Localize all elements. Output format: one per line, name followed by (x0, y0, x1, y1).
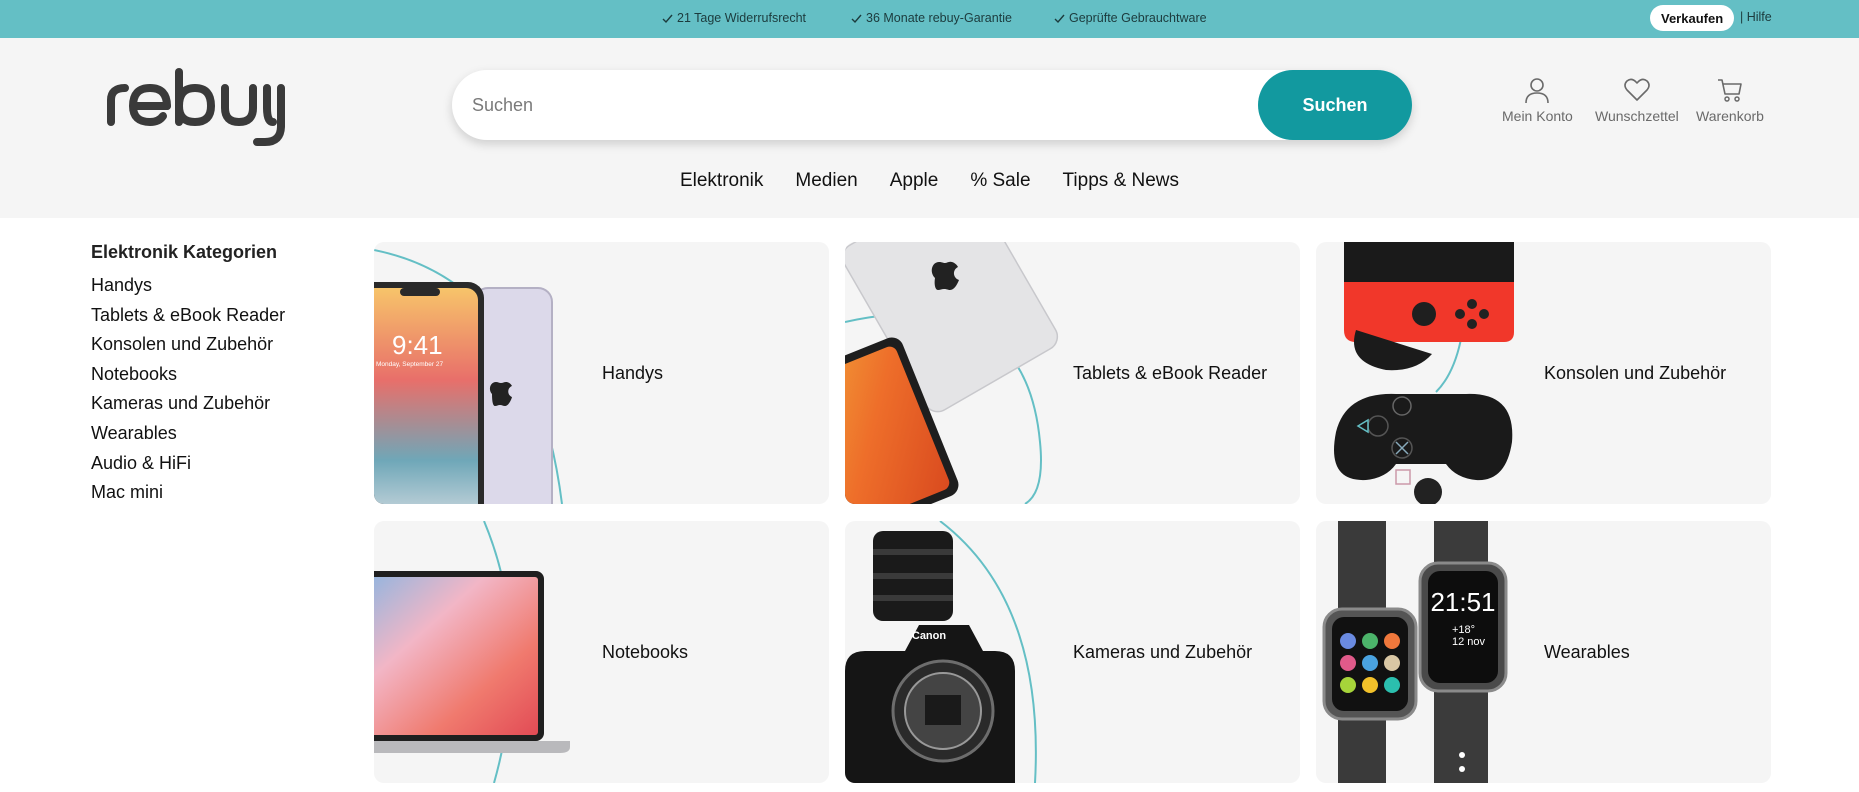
watch-temp-text: +18° (1452, 624, 1475, 636)
top-usp-bar: 21 Tage Widerrufsrecht 36 Monate rebuy-G… (0, 0, 1859, 38)
checkmark-icon (851, 14, 862, 23)
phone-date-text: Monday, September 27 (376, 361, 443, 368)
help-link[interactable]: | Hilfe (1740, 10, 1772, 24)
sidebar-item-notebooks[interactable]: Notebooks (91, 360, 351, 390)
nav-tipps-news[interactable]: Tipps & News (1063, 170, 1180, 192)
search-button[interactable]: Suchen (1258, 70, 1412, 140)
nav-elektronik[interactable]: Elektronik (680, 170, 763, 192)
tile-label: Konsolen und Zubehör (1544, 362, 1727, 383)
rebuy-logo[interactable] (105, 66, 287, 148)
laptop-image (374, 521, 570, 783)
cart-link[interactable]: Warenkorb (1696, 76, 1764, 124)
nav-sale[interactable]: % Sale (970, 170, 1030, 192)
tile-label: Notebooks (602, 641, 689, 662)
search-input[interactable] (472, 70, 1232, 140)
tile-label: Kameras und Zubehör (1073, 641, 1253, 662)
usp-tested-used: Geprüfte Gebrauchtware (1053, 11, 1207, 25)
watch-date-text: 12 nov (1452, 636, 1486, 648)
cart-icon (1717, 79, 1742, 102)
category-tile-notebooks[interactable]: Notebooks (374, 521, 829, 783)
wishlist-label: Wunschzettel (1595, 108, 1679, 124)
usp-warranty: 36 Monate rebuy-Garantie (850, 11, 1012, 25)
wishlist-link[interactable]: Wunschzettel (1595, 76, 1679, 124)
category-tile-wearables[interactable]: 21:51 +18° 12 nov Wearables (1316, 521, 1771, 783)
main-navigation: Elektronik Medien Apple % Sale Tipps & N… (0, 170, 1859, 192)
sell-button[interactable]: Verkaufen (1650, 5, 1735, 31)
sidebar-item-audio-hifi[interactable]: Audio & HiFi (91, 449, 351, 479)
tile-label: Handys (602, 362, 664, 383)
phone-time-text: 9:41 (392, 330, 443, 360)
camera-brand-text: Canon (912, 630, 947, 642)
search-bar: Suchen (452, 70, 1412, 140)
sidebar-item-mac-mini[interactable]: Mac mini (91, 478, 351, 508)
checkmark-icon (1054, 14, 1065, 23)
cart-label: Warenkorb (1696, 108, 1764, 124)
usp-label: 21 Tage Widerrufsrecht (677, 11, 806, 25)
account-label: Mein Konto (1502, 108, 1573, 124)
smartwatch-image: 21:51 +18° 12 nov (1322, 521, 1508, 783)
usp-return-policy: 21 Tage Widerrufsrecht (661, 11, 806, 25)
heart-icon (1624, 78, 1650, 101)
watch-time-text: 21:51 (1430, 587, 1495, 617)
checkmark-icon (662, 14, 673, 23)
tile-label: Tablets & eBook Reader (1073, 362, 1268, 383)
sidebar-item-konsolen[interactable]: Konsolen und Zubehör (91, 330, 351, 360)
nav-medien[interactable]: Medien (795, 170, 857, 192)
sidebar-title: Elektronik Kategorien (91, 242, 278, 262)
console-controller-image (1334, 242, 1514, 504)
nav-apple[interactable]: Apple (890, 170, 939, 192)
site-header: Suchen Mein Konto Wunschzettel Warenkorb… (0, 38, 1859, 218)
sidebar-item-wearables[interactable]: Wearables (91, 419, 351, 449)
sidebar-item-kameras[interactable]: Kameras und Zubehör (91, 389, 351, 419)
usp-label: Geprüfte Gebrauchtware (1069, 11, 1207, 25)
sidebar-item-handys[interactable]: Handys (91, 271, 351, 301)
usp-label: 36 Monate rebuy-Garantie (866, 11, 1012, 25)
category-sidebar: Elektronik Kategorien Handys Tablets & e… (91, 242, 351, 508)
account-link[interactable]: Mein Konto (1502, 76, 1573, 124)
category-tile-tablets[interactable]: Tablets & eBook Reader (845, 242, 1300, 504)
category-tile-handys[interactable]: 9:41 Monday, September 27 Handys (374, 242, 829, 504)
camera-image: Canon (845, 521, 1037, 783)
tile-label: Wearables (1544, 641, 1630, 662)
tablet-image (845, 242, 1059, 504)
smartphone-image: 9:41 Monday, September 27 (374, 249, 563, 504)
category-tile-kameras[interactable]: Canon Kameras und Zubehör (845, 521, 1300, 783)
user-icon (1525, 78, 1550, 104)
sidebar-item-tablets[interactable]: Tablets & eBook Reader (91, 301, 351, 331)
category-tile-konsolen[interactable]: Konsolen und Zubehör (1316, 242, 1771, 504)
